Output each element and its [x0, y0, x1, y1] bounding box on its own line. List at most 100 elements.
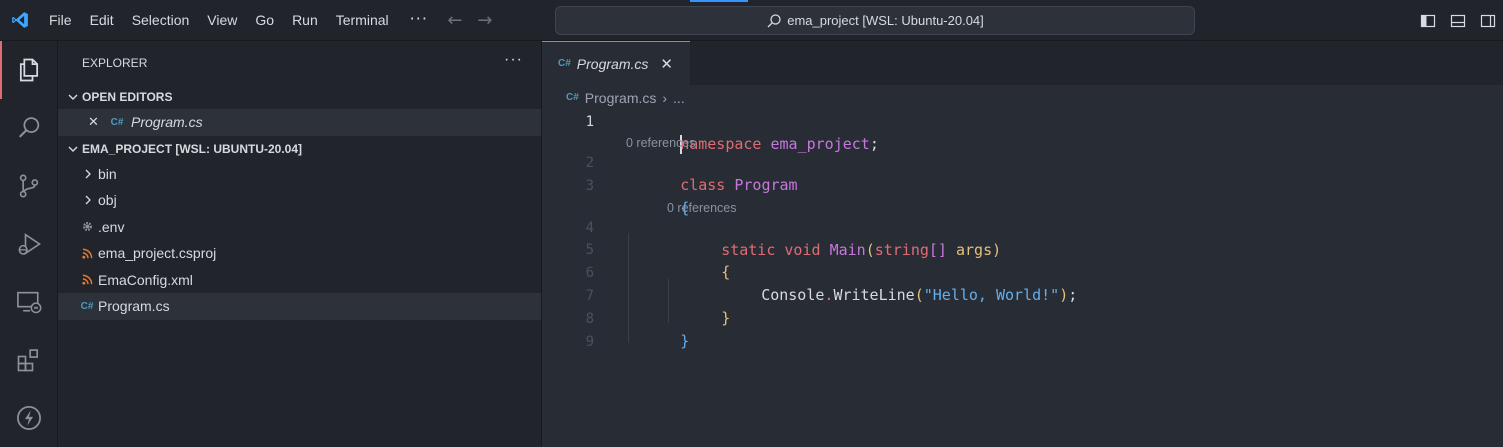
explorer-header: EXPLORER ··· — [58, 41, 541, 85]
project-label: EMA_PROJECT [WSL: UBUNTU-20.04] — [82, 141, 303, 156]
code-line-5: { — [667, 239, 730, 281]
csharp-file-icon: C# — [558, 58, 571, 69]
menu-file[interactable]: File — [40, 0, 81, 41]
tree-item-label: EmaConfig.xml — [98, 271, 193, 288]
line-number: 1 — [585, 114, 594, 130]
code-line-6: Console.WriteLine("Hello, World!"); — [707, 262, 1077, 304]
line-number: 6 — [585, 265, 594, 281]
explorer-icon[interactable] — [0, 41, 57, 99]
menu-edit[interactable]: Edit — [81, 0, 123, 41]
explorer-title: EXPLORER — [82, 56, 148, 70]
project-header[interactable]: EMA_PROJECT [WSL: UBUNTU-20.04] — [58, 137, 541, 161]
menu-run[interactable]: Run — [283, 0, 327, 41]
rss-icon — [76, 248, 98, 259]
chevron-down-icon — [64, 91, 82, 103]
tree-item-emaconfig[interactable]: EmaConfig.xml — [58, 267, 541, 294]
code-token-brace: } — [680, 332, 690, 350]
tab-program-cs[interactable]: C# Program.cs ✕ — [542, 41, 690, 85]
line-number: 2 — [585, 155, 594, 171]
line-number: 9 — [585, 334, 594, 350]
layout-controls — [1413, 0, 1503, 41]
open-editor-item[interactable]: ✕ C# Program.cs — [58, 109, 541, 136]
gear-icon — [76, 220, 98, 233]
codelens-references[interactable]: 0 references — [626, 136, 695, 150]
tree-item-label: ema_project.csproj — [98, 245, 217, 262]
open-editor-name: Program.cs — [131, 114, 203, 131]
menu-go[interactable]: Go — [246, 0, 283, 41]
code-token-namespace: ema_project — [770, 135, 870, 153]
line-number: 3 — [585, 178, 594, 194]
code-token-paren: ( — [914, 286, 924, 304]
menu-bar: File Edit Selection View Go Run Terminal… — [40, 0, 500, 41]
back-arrow-icon[interactable]: ← — [440, 10, 470, 31]
close-icon[interactable]: ✕ — [660, 55, 673, 73]
breadcrumb: C# Program.cs › ... — [542, 85, 1503, 110]
csharp-file-icon: C# — [80, 300, 94, 312]
code-token-method: Main — [829, 241, 866, 259]
editor-area: C# Program.cs ✕ C# Program.cs › ... 1 2 … — [542, 41, 1503, 447]
code-token-paren: ) — [1059, 286, 1069, 304]
code-token-brackets: [] — [928, 241, 947, 259]
menu-view[interactable]: View — [198, 0, 246, 41]
chevron-down-icon — [64, 143, 82, 155]
code-token-class: Program — [734, 176, 798, 194]
search-view-icon[interactable] — [0, 99, 57, 157]
title-accent-bar — [690, 0, 748, 2]
toggle-secondary-sidebar-icon[interactable] — [1473, 13, 1503, 29]
code-token-param: args — [956, 241, 993, 259]
tab-label: Program.cs — [576, 55, 649, 72]
codelens-references[interactable]: 0 references — [667, 201, 736, 215]
extensions-icon[interactable] — [0, 331, 57, 389]
code-line-1: namespace ema_project; — [626, 111, 879, 154]
code-line-2: class Program — [626, 152, 797, 194]
source-control-icon[interactable] — [0, 157, 57, 215]
menu-more-icon[interactable]: ··· — [398, 0, 440, 41]
menu-terminal[interactable]: Terminal — [327, 0, 398, 41]
line-number: 5 — [585, 242, 594, 258]
code-token-brace: } — [721, 309, 731, 327]
activity-bar — [0, 41, 58, 447]
code-token-punct: ; — [1068, 286, 1078, 304]
tree-item-label: obj — [98, 192, 117, 209]
breadcrumb-more[interactable]: ... — [673, 90, 685, 106]
tree-item-csproj[interactable]: ema_project.csproj — [58, 240, 541, 267]
csharp-file-icon: C# — [110, 116, 124, 128]
tab-bar: C# Program.cs ✕ — [542, 41, 1503, 85]
tree-item-obj[interactable]: obj — [58, 187, 541, 214]
menu-selection[interactable]: Selection — [123, 0, 199, 41]
search-icon — [767, 13, 781, 27]
line-number: 7 — [585, 288, 594, 304]
explorer-sidebar: EXPLORER ··· OPEN EDITORS ✕ C# Program.c… — [58, 41, 542, 447]
code-token-paren: ( — [865, 241, 875, 259]
code-token-paren: ) — [992, 241, 1002, 259]
code-token-method: WriteLine — [833, 286, 915, 304]
tree-item-program[interactable]: C# Program.cs — [58, 293, 541, 320]
toggle-primary-sidebar-icon[interactable] — [1413, 13, 1443, 29]
code-line-4: static void Main(string[] args) — [667, 217, 1001, 259]
run-debug-icon[interactable] — [0, 215, 57, 273]
code-line-7: } — [667, 285, 730, 327]
forward-arrow-icon[interactable]: → — [470, 10, 500, 31]
tree-item-env[interactable]: .env — [58, 214, 541, 241]
title-bar: File Edit Selection View Go Run Terminal… — [0, 0, 1503, 41]
lightning-icon[interactable] — [0, 389, 57, 447]
command-center[interactable]: ema_project [WSL: Ubuntu-20.04] — [555, 6, 1195, 35]
code-token-type: string — [874, 241, 929, 259]
breadcrumb-file[interactable]: Program.cs — [585, 90, 657, 106]
remote-explorer-icon[interactable] — [0, 273, 57, 331]
tree-item-bin[interactable]: bin — [58, 161, 541, 188]
csharp-file-icon: C# — [566, 92, 579, 103]
rss-icon — [76, 274, 98, 285]
open-editors-label: OPEN EDITORS — [82, 90, 173, 104]
explorer-more-icon[interactable]: ··· — [504, 51, 523, 69]
tree-item-label: .env — [98, 218, 125, 235]
tree-item-label: Program.cs — [98, 298, 170, 315]
code-line-3: { — [626, 175, 689, 217]
open-editors-header[interactable]: OPEN EDITORS — [58, 85, 541, 109]
code-token-punct: ; — [869, 135, 879, 153]
toggle-panel-icon[interactable] — [1443, 13, 1473, 29]
chevron-right-icon — [78, 168, 98, 180]
vscode-logo-icon[interactable] — [0, 0, 40, 41]
code-token-keyword: void — [784, 241, 821, 259]
close-icon[interactable]: ✕ — [88, 114, 106, 130]
